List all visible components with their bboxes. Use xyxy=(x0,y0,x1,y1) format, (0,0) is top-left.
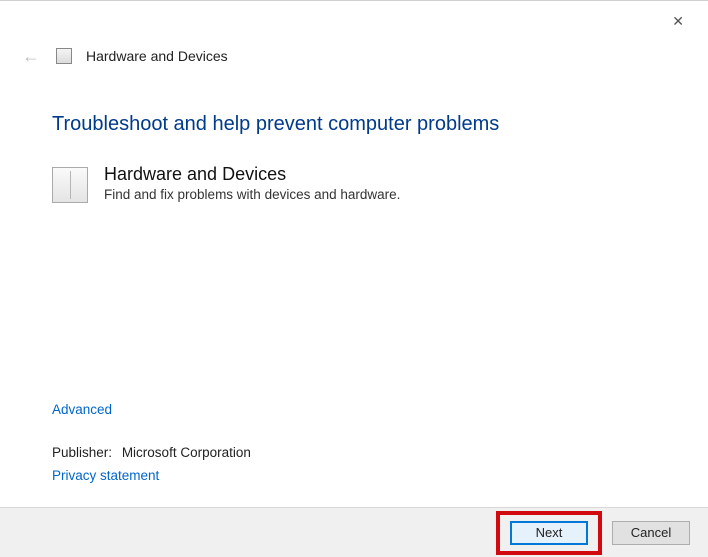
privacy-link[interactable]: Privacy statement xyxy=(52,468,656,483)
close-icon[interactable]: ✕ xyxy=(664,9,692,34)
titlebar: ✕ xyxy=(0,1,708,37)
publisher-label: Publisher: xyxy=(52,445,112,460)
cancel-button[interactable]: Cancel xyxy=(612,521,690,545)
troubleshooter-window: ✕ ← Hardware and Devices Troubleshoot an… xyxy=(0,0,708,557)
header: ← Hardware and Devices xyxy=(0,37,708,77)
item-text: Hardware and Devices Find and fix proble… xyxy=(104,164,400,203)
content-area: Troubleshoot and help prevent computer p… xyxy=(0,77,708,507)
item-description: Find and fix problems with devices and h… xyxy=(104,187,400,202)
item-title: Hardware and Devices xyxy=(104,164,400,185)
page-heading: Troubleshoot and help prevent computer p… xyxy=(52,113,656,136)
footer: Next Cancel xyxy=(0,507,708,557)
header-title: Hardware and Devices xyxy=(86,48,228,64)
hardware-icon xyxy=(52,167,88,203)
next-button[interactable]: Next xyxy=(510,521,588,545)
publisher-value: Microsoft Corporation xyxy=(122,445,251,460)
back-arrow-icon: ← xyxy=(20,45,42,67)
troubleshooter-item: Hardware and Devices Find and fix proble… xyxy=(52,164,656,203)
publisher-row: Publisher: Microsoft Corporation xyxy=(52,445,656,460)
next-button-highlight: Next xyxy=(496,511,602,555)
troubleshooter-icon xyxy=(56,48,72,64)
advanced-link[interactable]: Advanced xyxy=(52,402,656,417)
